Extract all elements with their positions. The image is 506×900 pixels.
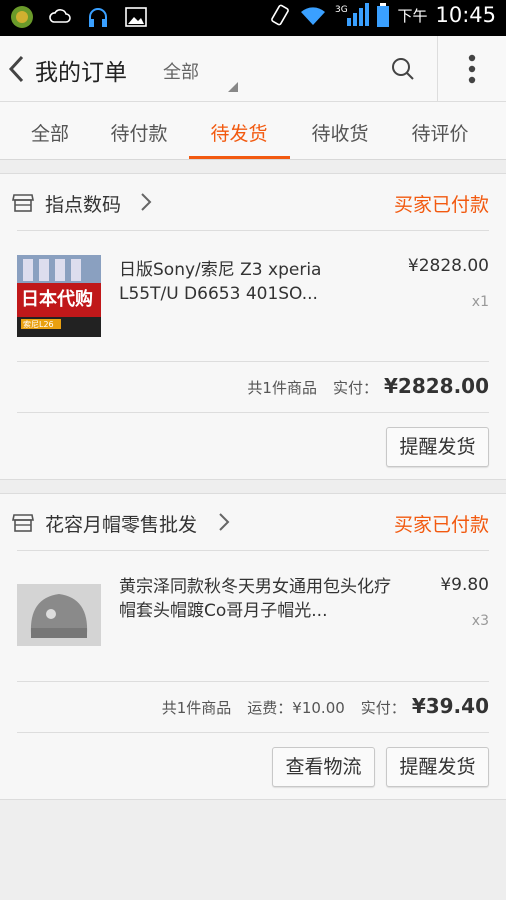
total-label: 实付： [360,699,406,717]
dropdown-triangle-icon [228,82,238,92]
tab-pending-review[interactable]: 待评价 [390,119,490,146]
tab-pending-shipment[interactable]: 待发货 [189,119,289,146]
back-arrow-icon[interactable] [6,53,28,85]
product-image [17,584,101,646]
product-name[interactable]: 黄宗泽同款秋冬天男女通用包头化疗帽套头帽踱Co哥月子帽光... [119,575,397,623]
thumbnail-subtext: 索尼L26 [23,320,54,329]
more-vertical-icon[interactable] [465,53,479,85]
remind-shipping-button[interactable]: 提醒发货 [386,427,489,467]
wifi-icon [301,7,326,26]
view-logistics-button[interactable]: 查看物流 [272,747,375,787]
store-icon [12,194,34,212]
order-status: 买家已付款 [393,514,489,536]
item-count: 共1件商品 [161,699,232,717]
page-title: 我的订单 [35,60,127,86]
status-ampm: 下午 [397,6,428,25]
order-summary: 共1件商品 运费：¥10.00 实付： ¥39.40 [162,694,489,718]
tab-all[interactable]: 全部 [0,119,100,146]
order-card: 指点数码 买家已付款 日本代购 索尼L26 日版Sony/索尼 Z3 xperi… [0,173,506,480]
product-thumbnail[interactable]: 日本代购 索尼L26 [17,255,101,337]
product-price: ¥2828.00 [407,256,489,276]
battery-icon [377,3,390,27]
order-status: 买家已付款 [393,194,489,216]
product-quantity: x3 [471,613,489,629]
order-total: ¥2828.00 [383,374,489,398]
order-tabs: 全部 待付款 待发货 待收货 待评价 [0,102,506,160]
header-divider [437,36,438,102]
tab-pending-receipt[interactable]: 待收货 [290,119,390,146]
remind-shipping-button[interactable]: 提醒发货 [386,747,489,787]
tab-pending-payment[interactable]: 待付款 [89,119,189,146]
divider [17,732,489,733]
chevron-right-icon[interactable] [218,512,230,532]
app-header: 我的订单 全部 [0,36,506,102]
active-tab-indicator [189,156,290,159]
item-count: 共1件商品 [247,379,317,397]
image-icon [125,7,147,27]
vibrate-icon [271,4,290,26]
divider [17,412,489,413]
app-notification-icon [11,6,33,28]
divider [17,361,489,362]
divider [17,230,489,231]
product-name[interactable]: 日版Sony/索尼 Z3 xperia L55T/U D6653 401SO..… [119,258,351,306]
store-name[interactable]: 花容月帽零售批发 [45,510,197,537]
search-icon[interactable] [390,56,416,82]
product-quantity: x1 [471,294,489,310]
order-total: ¥39.40 [411,694,489,718]
network-type-label: 3G [335,5,348,15]
status-bar: 3G 下午 10:45 [0,0,506,36]
status-time: 10:45 [435,3,496,27]
chevron-right-icon[interactable] [140,192,152,212]
thumbnail-headline: 日本代购 [21,289,93,310]
store-icon [12,514,34,532]
divider [17,550,489,551]
divider [17,681,489,682]
store-name[interactable]: 指点数码 [45,190,121,217]
order-card: 花容月帽零售批发 买家已付款 黄宗泽同款秋冬天男女通用包头化疗帽套头帽踱Co哥月… [0,493,506,800]
product-thumbnail[interactable] [17,584,101,646]
shipping-fee: 运费：¥10.00 [247,699,345,717]
product-price: ¥9.80 [440,575,489,595]
order-filter-dropdown[interactable]: 全部 [163,58,199,84]
signal-icon: 3G [335,3,370,26]
total-label: 实付： [332,379,378,397]
order-summary: 共1件商品 实付： ¥2828.00 [247,374,489,398]
headset-icon [89,8,107,27]
cloud-icon [49,9,71,23]
